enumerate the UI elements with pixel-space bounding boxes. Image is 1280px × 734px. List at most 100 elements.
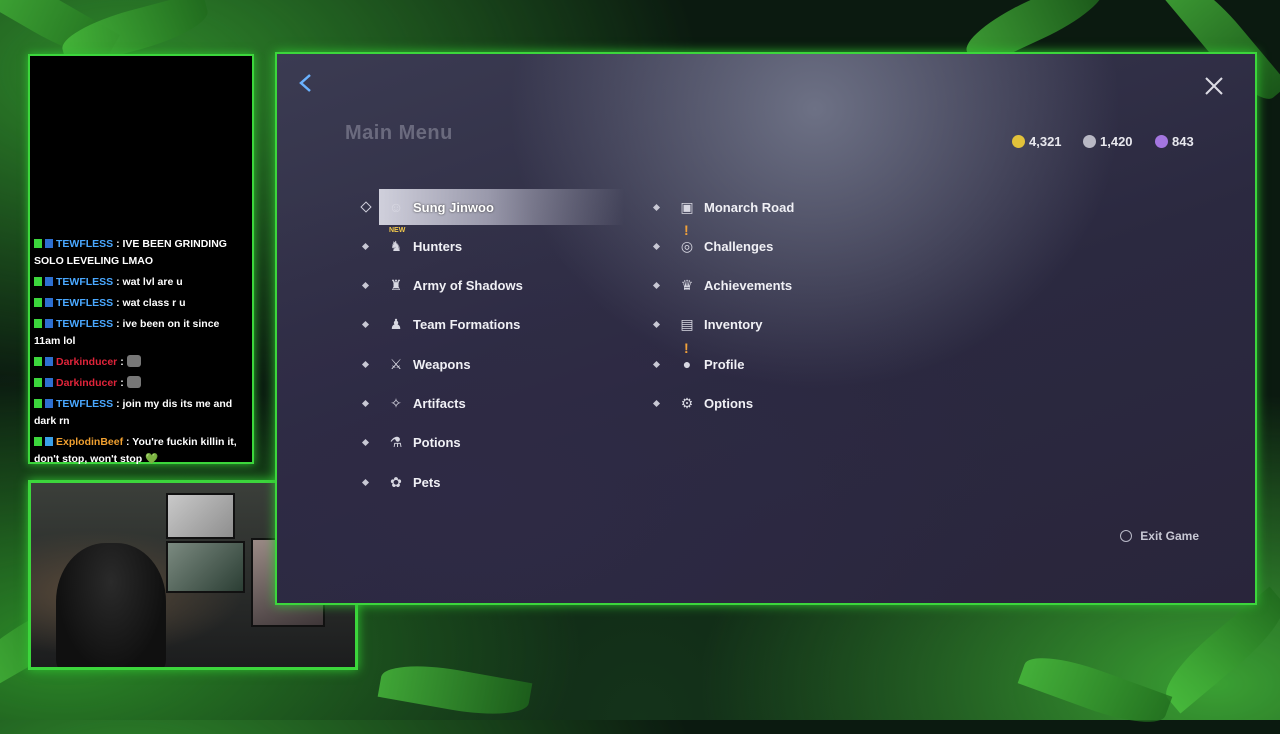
currency-gold[interactable]: 4,321 <box>1012 134 1062 149</box>
chat-username[interactable]: Darkinducer <box>56 356 117 368</box>
menu-item-label: Artifacts <box>413 395 466 411</box>
menu-bullet <box>361 321 370 329</box>
profile-icon: ● <box>682 356 692 373</box>
currency-value: 4,321 <box>1029 134 1062 149</box>
power-icon <box>1120 530 1133 542</box>
menu-item-label: Inventory <box>704 317 763 333</box>
menu-bullet <box>652 360 661 368</box>
sub-badge-icon <box>45 357 53 366</box>
sword-icon: ⚔ <box>389 355 403 372</box>
menu-item-label: Options <box>704 395 754 411</box>
mod-badge-icon <box>34 399 42 408</box>
main-menu-right-column: ▣ Monarch Road ◎ Challenges! ♛ Achievements ▤ I… <box>652 189 870 425</box>
menu-item-label: Profile <box>704 356 745 372</box>
menu-item-monarch-road[interactable]: ▣ Monarch Road <box>652 189 870 225</box>
menu-item-achievements[interactable]: ♛ Achievements <box>652 268 870 304</box>
alert-badge: ! <box>684 222 689 239</box>
menu-item-challenges[interactable]: ◎ Challenges! <box>652 222 870 264</box>
menu-bullet <box>652 282 661 290</box>
emote-icon <box>126 376 141 388</box>
back-arrow-icon[interactable] <box>295 72 317 94</box>
menu-bullet <box>361 360 370 368</box>
team-icon: ♟ <box>389 316 403 333</box>
menu-bullet <box>652 399 661 408</box>
menu-bullet <box>361 439 370 447</box>
menu-bullet <box>652 242 661 250</box>
gear-icon: ⚙ <box>680 394 694 411</box>
new-badge: NEW <box>389 227 406 235</box>
silver-crystal-icon <box>1083 135 1096 148</box>
menu-bullet <box>361 478 370 486</box>
menu-item-label: Team Formations <box>413 317 521 333</box>
chat-separator: : <box>113 297 123 309</box>
game-window: Main Menu 4,321 1,420 843 ☺ Sung Jinwoo ♞ H… <box>275 52 1257 605</box>
chat-separator: : <box>113 398 123 410</box>
sub-badge-icon <box>45 437 53 446</box>
chat-username[interactable]: TEWFLESS <box>56 238 113 250</box>
menu-item-label: Potions <box>413 435 461 451</box>
road-icon: ▣ <box>680 198 694 215</box>
sub-badge-icon <box>45 378 53 387</box>
chat-username[interactable]: TEWFLESS <box>56 318 113 330</box>
menu-item-label: Weapons <box>413 356 471 372</box>
menu-item-inventory[interactable]: ▤ Inventory <box>652 307 870 343</box>
chat-username[interactable]: Darkinducer <box>56 377 117 389</box>
mod-badge-icon <box>34 319 42 328</box>
monitor <box>166 493 235 539</box>
chat-message: ExplodinBeef : You're fuckin killin it, … <box>34 434 248 468</box>
menu-bullet <box>361 399 370 408</box>
currency-value: 1,420 <box>1100 134 1133 149</box>
menu-item-pets[interactable]: ✿ Pets <box>361 464 624 500</box>
currency-silver[interactable]: 1,420 <box>1083 134 1133 149</box>
gold-coin-icon <box>1012 135 1025 148</box>
chat-separator: : <box>117 356 127 368</box>
sub-badge-icon <box>45 277 53 286</box>
menu-bullet <box>361 242 370 250</box>
menu-item-label: Achievements <box>704 278 793 294</box>
menu-item-team-formations[interactable]: ♟ Team Formations <box>361 307 624 343</box>
currency-gems[interactable]: 843 <box>1155 134 1194 149</box>
chat-username[interactable]: TEWFLESS <box>56 398 113 410</box>
menu-bullet <box>652 203 661 211</box>
chat-username[interactable]: TEWFLESS <box>56 297 113 309</box>
chat-text: wat lvl are u <box>122 276 183 288</box>
paw-icon: ✿ <box>390 473 402 490</box>
chat-text: wat class r u <box>122 297 186 309</box>
chat-message: TEWFLESS : join my dis its me and dark r… <box>34 396 248 430</box>
leaf-decoration <box>377 657 533 723</box>
menu-item-label: Pets <box>413 474 441 490</box>
menu-item-profile[interactable]: ● Profile! <box>652 340 870 382</box>
shadows-icon: ♜ <box>389 277 403 294</box>
exit-game-button[interactable]: Exit Game <box>1120 529 1199 543</box>
artifact-icon: ✧ <box>390 394 402 411</box>
menu-bullet <box>652 321 661 329</box>
menu-item-weapons[interactable]: ⚔ Weapons <box>361 346 624 382</box>
menu-item-army-of-shadows[interactable]: ♜ Army of Shadows <box>361 268 624 304</box>
chat-message: TEWFLESS : wat lvl are u <box>34 274 248 291</box>
chat-username[interactable]: TEWFLESS <box>56 276 113 288</box>
main-menu-left-column: ☺ Sung Jinwoo ♞ Hunters NEW ♜ Army of Shadows ♟… <box>360 189 624 503</box>
sub-badge-icon <box>45 298 53 307</box>
menu-item-artifacts[interactable]: ✧ Artifacts <box>361 385 624 421</box>
close-icon[interactable] <box>1203 76 1225 98</box>
purple-gem-icon <box>1155 135 1168 148</box>
exit-game-label: Exit Game <box>1140 529 1199 543</box>
chat-username[interactable]: ExplodinBeef <box>56 436 123 448</box>
menu-item-sung-jinwoo[interactable]: ☺ Sung Jinwoo <box>360 189 624 225</box>
chat-message: TEWFLESS : ive been on it since 11am lol <box>34 316 248 350</box>
jinwoo-icon: ☺ <box>388 199 404 215</box>
alert-badge: ! <box>684 340 689 357</box>
menu-item-label: Hunters <box>413 238 463 254</box>
currency-value: 843 <box>1172 134 1194 149</box>
menu-item-label: Monarch Road <box>704 199 795 215</box>
chat-message-list: TEWFLESS : IVE BEEN GRINDING SOLO LEVELI… <box>34 236 248 472</box>
chat-separator: : <box>113 318 123 330</box>
page-title: Main Menu <box>345 122 453 144</box>
mod-badge-icon <box>34 298 42 307</box>
menu-item-potions[interactable]: ⚗ Potions <box>361 425 624 461</box>
mod-badge-icon <box>34 437 42 446</box>
menu-item-options[interactable]: ⚙ Options <box>652 385 870 421</box>
chat-separator: : <box>113 238 123 250</box>
menu-item-hunters[interactable]: ♞ Hunters NEW <box>361 227 624 264</box>
menu-item-label: Army of Shadows <box>413 278 523 294</box>
